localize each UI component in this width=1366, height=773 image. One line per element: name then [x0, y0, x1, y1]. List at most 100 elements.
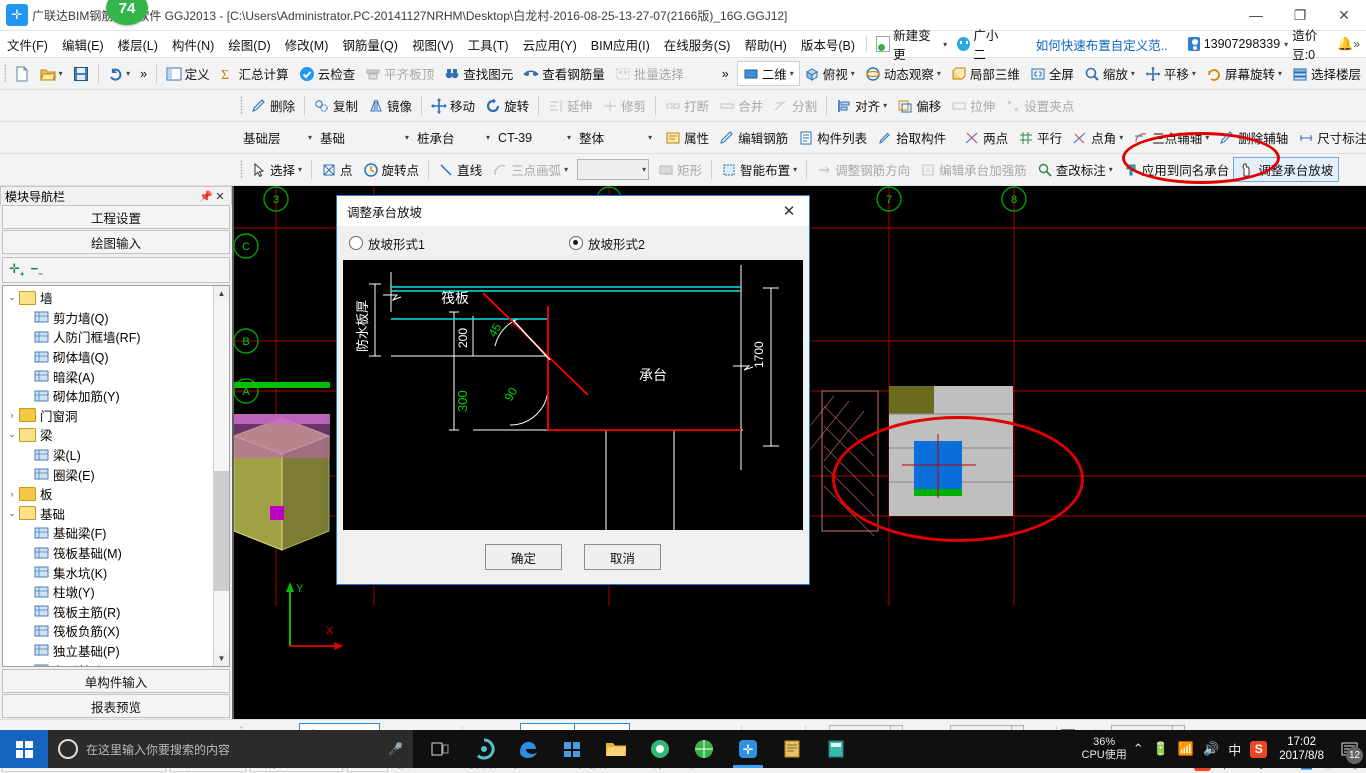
select-tool-button[interactable]: 选择 ▾ — [246, 158, 307, 181]
tree-folder[interactable]: › 门窗洞 — [5, 406, 213, 426]
rectangle-button[interactable]: 矩形 — [653, 158, 707, 181]
open-file-button[interactable]: ▾ — [35, 64, 68, 84]
expand-all-icon[interactable]: ✛+ — [9, 261, 25, 279]
apply-same-cap-button[interactable]: 应用到同名承台 — [1118, 158, 1235, 181]
menu-online-service[interactable]: 在线服务(S) — [657, 32, 738, 57]
extend-button[interactable]: 延伸 — [543, 94, 597, 117]
component-selector[interactable]: CT-39 ▾ — [490, 131, 571, 145]
menu-view[interactable]: 视图(V) — [405, 32, 461, 57]
menubar-overflow[interactable]: » — [1353, 37, 1366, 51]
define-button[interactable]: 定义 — [161, 62, 215, 85]
set-grip-button[interactable]: 设置夹点 — [1000, 94, 1079, 117]
rotate-point-button[interactable]: 旋转点 — [358, 158, 425, 181]
smart-layout-button[interactable]: 智能布置 ▾ — [716, 158, 802, 181]
scroll-up-arrow[interactable]: ▲ — [214, 286, 229, 301]
trim-button[interactable]: 修剪 — [597, 94, 651, 117]
chevron-down-icon[interactable]: ⌄ — [5, 508, 19, 519]
chevron-down-icon[interactable]: ▾ — [1205, 133, 1209, 142]
top-view-button[interactable]: 俯视 ▾ — [799, 62, 860, 85]
orbit-button[interactable]: 动态观察 ▾ — [860, 62, 946, 85]
component-list-button[interactable]: 构件列表 — [793, 126, 872, 149]
chevron-down-icon[interactable]: ▾ — [883, 101, 887, 110]
slope-form-2-radio[interactable]: 放坡形式2 — [569, 234, 645, 253]
chevron-down-icon[interactable]: ▾ — [1109, 165, 1113, 174]
check-annotation-button[interactable]: 查改标注 ▾ — [1032, 158, 1118, 181]
scroll-down-arrow[interactable]: ▼ — [214, 651, 229, 666]
new-file-button[interactable] — [9, 64, 35, 84]
tree-folder[interactable]: ⌄ 墙 — [5, 288, 213, 308]
move-button[interactable]: 移动 — [426, 94, 480, 117]
browser-icon[interactable] — [683, 730, 725, 768]
drawing-canvas[interactable]: 36 78 CB AA1 — [234, 186, 1366, 719]
project-settings-button[interactable]: 工程设置 — [2, 205, 230, 229]
chevron-right-icon[interactable]: › — [5, 410, 19, 420]
edit-rebar-button[interactable]: 编辑钢筋 — [714, 126, 793, 149]
batch-select-button[interactable]: 批量选择 — [610, 62, 689, 85]
local-3d-button[interactable]: 局部三维 — [946, 62, 1025, 85]
sogou-tray-icon[interactable]: S — [1250, 740, 1268, 758]
chevron-down-icon[interactable]: ▾ — [564, 165, 568, 174]
menu-tools[interactable]: 工具(T) — [461, 32, 516, 57]
taskbar-search[interactable]: 在这里输入你要搜索的内容 🎤 — [48, 730, 413, 768]
chevron-down-icon[interactable]: ▾ — [851, 69, 855, 78]
chevron-down-icon[interactable]: ▾ — [1278, 69, 1282, 78]
undo-button[interactable]: ▾ — [102, 64, 135, 84]
cancel-button[interactable]: 取消 — [584, 544, 661, 570]
tree-item[interactable]: 圈梁(E) — [5, 464, 213, 484]
pin-icon[interactable]: 📌 — [199, 190, 213, 203]
component-type-selector[interactable]: 桩承台 ▾ — [409, 128, 490, 147]
properties-button[interactable]: 属性 — [660, 126, 714, 149]
pan-button[interactable]: 平移 ▾ — [1140, 62, 1201, 85]
tree-item[interactable]: 剪力墙(Q) — [5, 308, 213, 328]
draw-input-button[interactable]: 绘图输入 — [2, 230, 230, 254]
adjust-rebar-dir-button[interactable]: 调整钢筋方向 — [811, 158, 915, 181]
chevron-down-icon[interactable]: ▾ — [1131, 69, 1135, 78]
toolbar-overflow-1[interactable]: » — [135, 65, 152, 83]
display-mode-selector[interactable]: 整体 ▾ — [571, 128, 652, 147]
line-button[interactable]: 直线 — [433, 158, 487, 181]
chevron-down-icon[interactable]: ▾ — [298, 165, 302, 174]
chevron-down-icon[interactable]: ▾ — [793, 165, 797, 174]
dimension-button[interactable]: 尺寸标注 ▾ — [1293, 126, 1366, 149]
tree-item[interactable]: 条形基础(T) — [5, 660, 213, 666]
category-selector[interactable]: 基础 ▾ — [312, 128, 409, 147]
notepad-icon[interactable] — [771, 730, 813, 768]
menu-floor[interactable]: 楼层(L) — [111, 32, 165, 57]
dialog-close-button[interactable]: ✕ — [769, 196, 809, 226]
tree-scrollbar[interactable]: ▲ ▼ — [213, 286, 229, 666]
delete-button[interactable]: 删除 — [246, 94, 300, 117]
cloud-check-button[interactable]: 云检查 — [294, 62, 361, 85]
arc-style-combo[interactable]: ▾ — [577, 159, 650, 180]
tree-item[interactable]: 柱墩(Y) — [5, 582, 213, 602]
slope-form-1-radio[interactable]: 放坡形式1 — [349, 234, 569, 253]
tree-item[interactable]: 筏板基础(M) — [5, 543, 213, 563]
toolbar-grip[interactable] — [240, 96, 243, 115]
tree-item[interactable]: 集水坑(K) — [5, 562, 213, 582]
chevron-down-icon[interactable]: ▾ — [126, 69, 130, 78]
tree-item[interactable]: 筏板负筋(X) — [5, 621, 213, 641]
toolbar-grip[interactable] — [240, 160, 243, 179]
select-floor-button[interactable]: 选择楼层 — [1287, 62, 1366, 85]
close-icon[interactable]: ✕ — [213, 190, 227, 203]
toolbar1-overflow[interactable]: » — [717, 65, 734, 83]
tree-folder[interactable]: ⌄ 基础 — [5, 504, 213, 524]
menu-rebar[interactable]: 钢筋量(Q) — [335, 32, 405, 57]
screen-rotate-button[interactable]: 屏幕旋转 ▾ — [1201, 62, 1287, 85]
save-button[interactable] — [68, 64, 94, 84]
tree-item[interactable]: 人防门框墙(RF) — [5, 327, 213, 347]
menu-version[interactable]: 版本号(B) — [794, 32, 862, 57]
menu-bim[interactable]: BIM应用(I) — [584, 32, 657, 57]
promo-link[interactable]: 如何快速布置自定义范.. — [1036, 35, 1168, 54]
ime-indicator[interactable]: 中 — [1228, 740, 1241, 759]
align-button[interactable]: 对齐 ▾ — [831, 94, 892, 117]
two-d-button[interactable]: 二维 ▾ — [736, 61, 800, 86]
single-component-input-button[interactable]: 单构件输入 — [2, 669, 230, 693]
rotate-button[interactable]: 旋转 — [480, 94, 534, 117]
tree-item[interactable]: 独立基础(P) — [5, 641, 213, 661]
align-slab-top-button[interactable]: 平齐板顶 — [360, 62, 439, 85]
start-button[interactable] — [0, 730, 48, 768]
calc-icon[interactable] — [815, 730, 857, 768]
chevron-down-icon[interactable]: ▾ — [59, 69, 63, 78]
sum-calc-button[interactable]: Σ 汇总计算 — [215, 62, 294, 85]
merge-button[interactable]: 合并 — [714, 94, 768, 117]
